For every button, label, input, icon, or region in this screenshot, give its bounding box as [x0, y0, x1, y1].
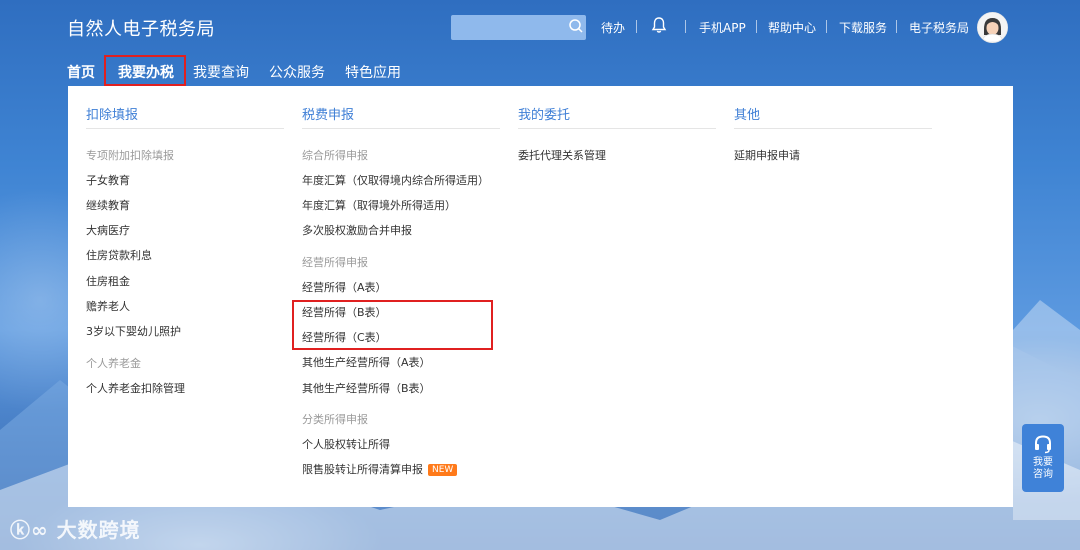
download-link[interactable]: 下载服务 — [839, 19, 887, 36]
divider — [826, 20, 827, 33]
watermark-text: 大数跨境 — [56, 518, 141, 542]
menu-item[interactable]: 其他生产经营所得（B表） — [302, 380, 431, 396]
top-header: 自然人电子税务局 待办 手机APP 帮助中心 下载服务 电子税务局 首页 我要办… — [0, 0, 1080, 86]
search-input[interactable] — [451, 15, 586, 40]
menu-item[interactable]: 多次股权激励合并申报 — [302, 222, 412, 238]
divider — [636, 20, 637, 33]
group-label: 个人养老金 — [86, 357, 141, 370]
column-title[interactable]: 我的委托 — [518, 104, 570, 123]
menu-item[interactable]: 年度汇算（仅取得境内综合所得适用） — [302, 172, 489, 188]
highlight-box — [292, 300, 493, 350]
todo-link[interactable]: 待办 — [601, 19, 625, 36]
menu-item[interactable]: 赡养老人 — [86, 298, 130, 314]
menu-item[interactable]: 个人养老金扣除管理 — [86, 380, 185, 396]
group-label: 分类所得申报 — [302, 413, 368, 426]
menu-item[interactable]: 大病医疗 — [86, 222, 130, 238]
divider — [896, 20, 897, 33]
site-title: 自然人电子税务局 — [67, 19, 215, 40]
nav-query[interactable]: 我要查询 — [193, 62, 249, 82]
divider — [518, 128, 716, 129]
consult-label-line2: 咨询 — [1033, 469, 1053, 480]
menu-item[interactable]: 个人股权转让所得 — [302, 436, 390, 452]
dropdown-menu-panel: 扣除填报 专项附加扣除填报 子女教育 继续教育 大病医疗 住房贷款利息 住房租金… — [68, 86, 1013, 507]
divider — [685, 20, 686, 33]
menu-item[interactable]: 继续教育 — [86, 197, 130, 213]
column-title[interactable]: 其他 — [734, 104, 760, 123]
search-icon[interactable] — [568, 18, 584, 34]
menu-item[interactable]: 住房租金 — [86, 273, 130, 289]
menu-item[interactable]: 限售股转让所得清算申报 NEW — [302, 461, 458, 477]
menu-item[interactable]: 经营所得（A表） — [302, 279, 387, 295]
avatar[interactable] — [977, 12, 1008, 43]
column-title[interactable]: 扣除填报 — [86, 104, 138, 123]
menu-item[interactable]: 住房贷款利息 — [86, 247, 152, 263]
menu-item[interactable]: 延期申报申请 — [734, 147, 800, 163]
group-label: 专项附加扣除填报 — [86, 149, 174, 162]
menu-item[interactable]: 3岁以下婴幼儿照护 — [86, 323, 181, 339]
column-title[interactable]: 税费申报 — [302, 104, 354, 123]
avatar-icon — [978, 13, 1007, 42]
watermark-logo-icon: ⓚ∞ — [10, 518, 57, 542]
menu-item[interactable]: 子女教育 — [86, 172, 130, 188]
group-label: 经营所得申报 — [302, 256, 368, 269]
nav-highlight-box — [104, 55, 186, 86]
consult-label-line1: 我要 — [1033, 457, 1053, 468]
divider — [756, 20, 757, 33]
group-label: 综合所得申报 — [302, 149, 368, 162]
new-badge: NEW — [428, 464, 458, 476]
headset-icon — [1035, 435, 1051, 454]
consult-button[interactable]: 我要 咨询 — [1022, 424, 1064, 492]
nav-special-apps[interactable]: 特色应用 — [345, 62, 401, 82]
e-tax-bureau-link[interactable]: 电子税务局 — [909, 19, 969, 36]
menu-item[interactable]: 其他生产经营所得（A表） — [302, 354, 431, 370]
divider — [86, 128, 284, 129]
watermark: ⓚ∞ 大数跨境 — [10, 514, 141, 543]
divider — [302, 128, 500, 129]
nav-public-service[interactable]: 公众服务 — [269, 62, 325, 82]
menu-item[interactable]: 委托代理关系管理 — [518, 147, 606, 163]
bell-icon[interactable] — [650, 16, 668, 34]
help-center-link[interactable]: 帮助中心 — [768, 19, 816, 36]
divider — [734, 128, 932, 129]
menu-item[interactable]: 年度汇算（取得境外所得适用） — [302, 197, 456, 213]
menu-item-label: 限售股转让所得清算申报 — [302, 463, 423, 476]
mobile-app-link[interactable]: 手机APP — [699, 19, 746, 36]
nav-home[interactable]: 首页 — [67, 62, 95, 82]
